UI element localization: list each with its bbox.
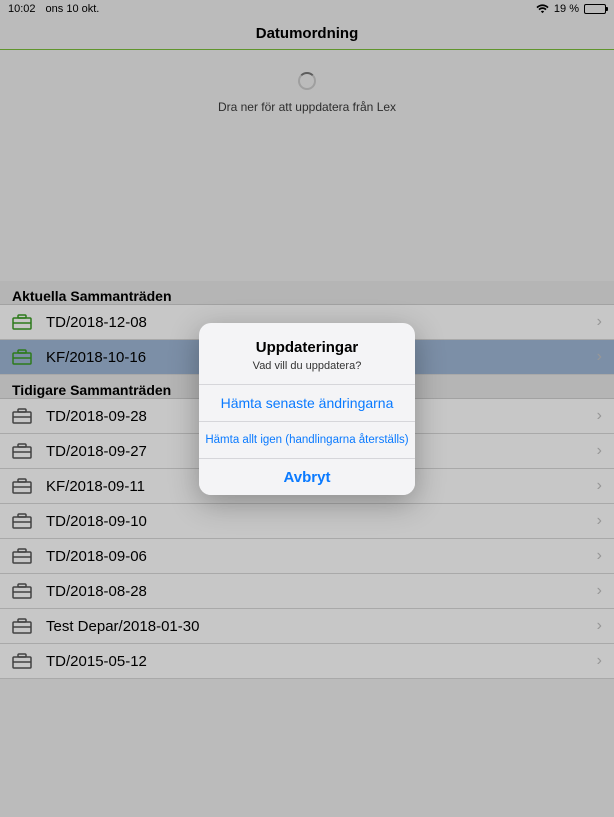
fetch-all-button[interactable]: Hämta allt igen (handlingarna återställs… <box>199 422 415 458</box>
alert-message: Vad vill du uppdatera? <box>211 360 403 372</box>
alert-title: Uppdateringar <box>211 339 403 356</box>
update-alert: Uppdateringar Vad vill du uppdatera? Häm… <box>199 323 415 495</box>
cancel-button[interactable]: Avbryt <box>199 459 415 495</box>
fetch-latest-button[interactable]: Hämta senaste ändringarna <box>199 385 415 421</box>
